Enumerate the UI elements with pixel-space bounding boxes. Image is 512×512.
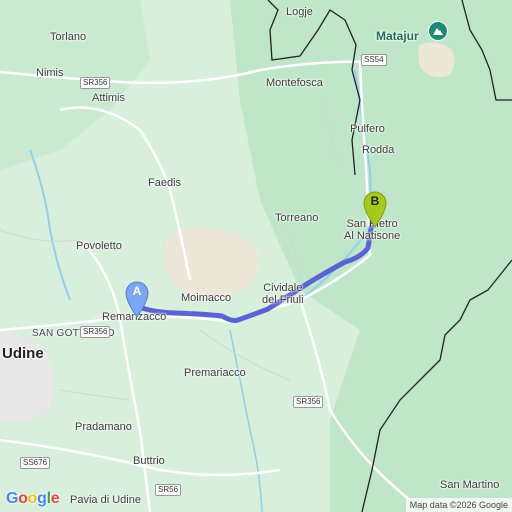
route-end-marker[interactable]: B — [360, 189, 390, 229]
place-label-logje: Logje — [286, 6, 313, 18]
place-label-torlano: Torlano — [50, 31, 87, 43]
marker-letter: A — [132, 284, 142, 298]
google-logo: Google — [6, 490, 60, 507]
place-label-rodda: Rodda — [362, 144, 395, 156]
map-canvas[interactable]: Logje Matajur Torlano Nimis Attimis Mont… — [0, 0, 512, 512]
place-label-montefosca: Montefosca — [266, 77, 323, 89]
road-shield-sr356: SR356 — [293, 396, 324, 408]
road-shield-sr356: SR356 — [80, 326, 111, 338]
place-label-buttrio: Buttrio — [133, 455, 165, 467]
place-label-povoletto: Povoletto — [76, 240, 122, 252]
route-start-marker[interactable]: A — [122, 279, 152, 319]
place-label-pulfero: Pulfero — [350, 123, 385, 135]
urban-area — [0, 330, 54, 422]
clearing-area — [164, 227, 259, 297]
river — [29, 149, 71, 301]
river — [229, 329, 263, 512]
marker-letter: B — [370, 194, 380, 208]
road-shield-sr356: SR356 — [80, 77, 111, 89]
peak-icon — [428, 21, 448, 41]
road-shield-ss54: SS54 — [361, 54, 387, 66]
forest-area — [0, 0, 150, 170]
map-attribution[interactable]: Map data ©2026 Google — [405, 498, 512, 512]
place-label-nimis: Nimis — [36, 67, 64, 79]
place-label-attimis: Attimis — [92, 92, 125, 104]
place-label-premariacco: Premariacco — [184, 367, 246, 379]
place-label-torreano: Torreano — [275, 212, 319, 224]
place-label-matajur: Matajur — [376, 29, 419, 43]
place-label-faedis: Faedis — [148, 177, 182, 189]
place-label-moimacco: Moimacco — [181, 292, 232, 304]
place-label-san-martino: San Martino — [440, 479, 500, 491]
place-label-udine: Udine — [2, 345, 44, 362]
place-label-cividale-del-friuli: Cividale del Friuli — [262, 282, 304, 306]
map-base-layer — [0, 0, 512, 512]
road-shield-sr56: SR56 — [155, 484, 182, 496]
place-label-pradamano: Pradamano — [75, 421, 132, 433]
road-shield-ss676: SS676 — [20, 457, 51, 469]
place-label-pavia-di-udine: Pavia di Udine — [70, 494, 141, 506]
